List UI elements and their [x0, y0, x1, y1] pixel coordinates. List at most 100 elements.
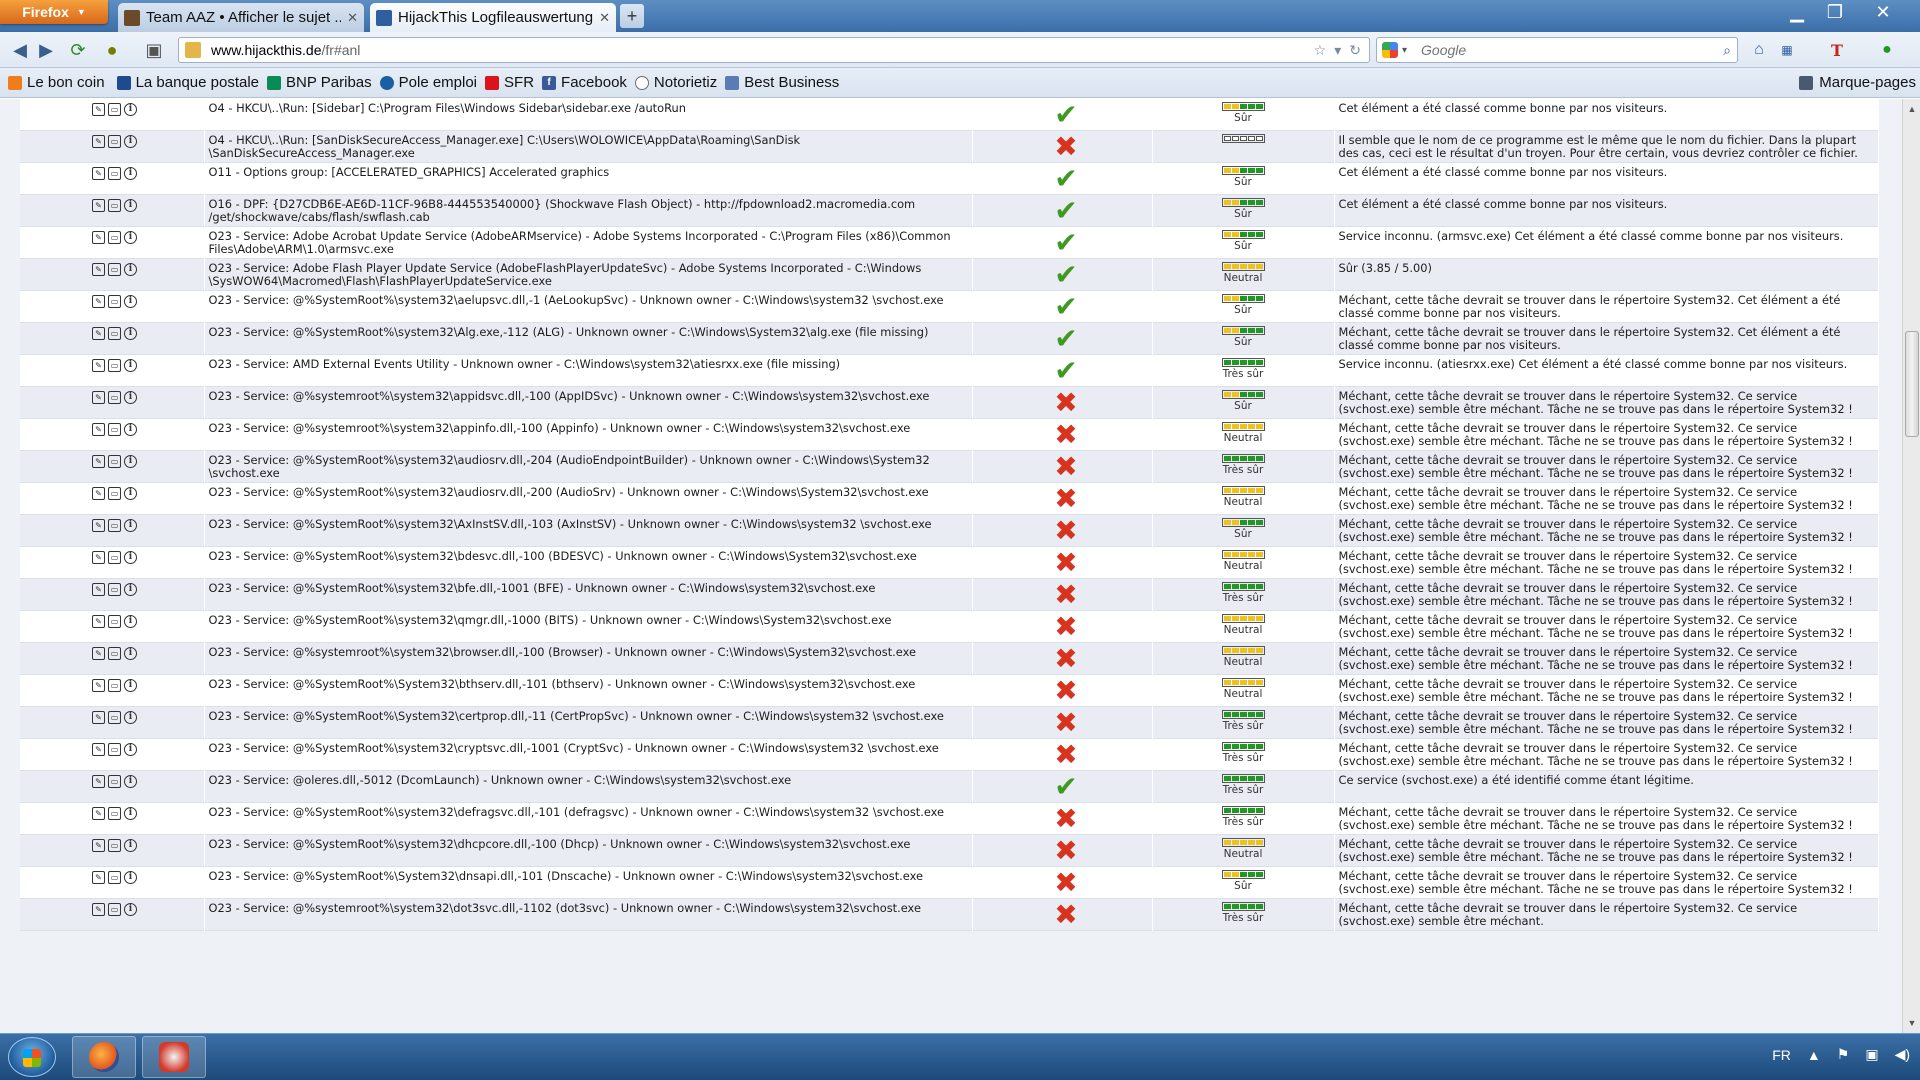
info-icon[interactable]: i — [124, 455, 137, 468]
maximize-icon[interactable]: ❐ — [1818, 0, 1852, 24]
scroll-down-icon[interactable]: ▼ — [1903, 1015, 1920, 1031]
info-icon[interactable]: i — [124, 551, 137, 564]
bookmark-banque-postale[interactable]: La banque postale — [116, 74, 259, 91]
comment-icon[interactable]: ▭ — [108, 679, 121, 692]
comment-icon[interactable]: ▭ — [108, 711, 121, 724]
reload-addon-icon[interactable]: ⟳ — [66, 39, 90, 61]
comment-icon[interactable]: ▭ — [108, 583, 121, 596]
addon-green-icon[interactable]: ● — [1876, 39, 1898, 61]
network-icon[interactable]: ▣ — [1865, 1046, 1878, 1063]
action-center-flag-icon[interactable]: ⚑ — [1837, 1046, 1850, 1063]
tab-counter-icon[interactable]: ▦ — [1776, 39, 1798, 61]
info-icon[interactable]: i — [124, 263, 137, 276]
vertical-scrollbar[interactable]: ▲ ▼ — [1902, 99, 1920, 1033]
bookmarks-menu-button[interactable]: Marque-pages — [1799, 74, 1916, 91]
comment-icon[interactable]: ▭ — [108, 615, 121, 628]
info-icon[interactable]: i — [124, 679, 137, 692]
comment-icon[interactable]: ▭ — [108, 743, 121, 756]
info-icon[interactable]: i — [124, 807, 137, 820]
info-icon[interactable]: i — [124, 743, 137, 756]
edit-icon[interactable]: ✎ — [92, 263, 105, 276]
comment-icon[interactable]: ▭ — [108, 167, 121, 180]
chevron-down-icon[interactable]: ▾ — [1402, 45, 1407, 56]
home-icon[interactable]: ⌂ — [1748, 39, 1770, 61]
comment-icon[interactable]: ▭ — [108, 199, 121, 212]
search-bar[interactable]: ▾ ⌕ — [1376, 37, 1738, 63]
addon-icon[interactable]: ● — [100, 39, 124, 61]
info-icon[interactable]: i — [124, 327, 137, 340]
comment-icon[interactable]: ▭ — [108, 295, 121, 308]
info-icon[interactable]: i — [124, 199, 137, 212]
info-icon[interactable]: i — [124, 615, 137, 628]
comment-icon[interactable]: ▭ — [108, 551, 121, 564]
volume-icon[interactable]: ◀) — [1895, 1046, 1910, 1063]
bookmark-sfr[interactable]: SFR — [485, 74, 534, 91]
url-bar[interactable]: www.hijackthis.de/fr#anl ☆ ▾ ↻ — [178, 37, 1370, 63]
comment-icon[interactable]: ▭ — [108, 647, 121, 660]
info-icon[interactable]: i — [124, 775, 137, 788]
forward-arrow-icon[interactable]: ▶ — [34, 39, 58, 61]
edit-icon[interactable]: ✎ — [92, 519, 105, 532]
info-icon[interactable]: i — [124, 647, 137, 660]
url-text[interactable]: www.hijackthis.de/fr#anl — [211, 42, 1314, 58]
taskbar-firefox[interactable] — [72, 1036, 136, 1078]
info-icon[interactable]: i — [124, 839, 137, 852]
close-icon[interactable]: ✕ — [347, 10, 358, 26]
tab-team-aaz[interactable]: Team AAZ • Afficher le sujet ... ✕ — [118, 3, 364, 32]
bookmark-pole-emploi[interactable]: Pole emploi — [379, 74, 477, 91]
edit-icon[interactable]: ✎ — [92, 295, 105, 308]
edit-icon[interactable]: ✎ — [92, 327, 105, 340]
comment-icon[interactable]: ▭ — [108, 103, 121, 116]
bookmark-star-icon[interactable]: ☆ — [1314, 42, 1327, 59]
comment-icon[interactable]: ▭ — [108, 519, 121, 532]
scrollbar-thumb[interactable] — [1905, 331, 1919, 437]
comment-icon[interactable]: ▭ — [108, 775, 121, 788]
edit-icon[interactable]: ✎ — [92, 679, 105, 692]
refresh-icon[interactable]: ↻ — [1349, 42, 1361, 59]
info-icon[interactable]: i — [124, 231, 137, 244]
info-icon[interactable]: i — [124, 487, 137, 500]
minimize-icon[interactable]: ▁ — [1780, 0, 1814, 24]
info-icon[interactable]: i — [124, 135, 137, 148]
bookmark-bnp-paribas[interactable]: BNP Paribas — [267, 74, 372, 91]
edit-icon[interactable]: ✎ — [92, 103, 105, 116]
edit-icon[interactable]: ✎ — [92, 391, 105, 404]
info-icon[interactable]: i — [124, 391, 137, 404]
info-icon[interactable]: i — [124, 711, 137, 724]
edit-icon[interactable]: ✎ — [92, 135, 105, 148]
info-icon[interactable]: i — [124, 871, 137, 884]
search-icon[interactable]: ⌕ — [1723, 42, 1731, 59]
edit-icon[interactable]: ✎ — [92, 647, 105, 660]
comment-icon[interactable]: ▭ — [108, 263, 121, 276]
comment-icon[interactable]: ▭ — [108, 327, 121, 340]
comment-icon[interactable]: ▭ — [108, 871, 121, 884]
edit-icon[interactable]: ✎ — [92, 711, 105, 724]
start-button[interactable] — [8, 1037, 56, 1077]
edit-icon[interactable]: ✎ — [92, 615, 105, 628]
edit-icon[interactable]: ✎ — [92, 871, 105, 884]
identity-icon[interactable]: ▣ — [142, 39, 166, 61]
comment-icon[interactable]: ▭ — [108, 807, 121, 820]
info-icon[interactable]: i — [124, 423, 137, 436]
info-icon[interactable]: i — [124, 583, 137, 596]
comment-icon[interactable]: ▭ — [108, 839, 121, 852]
info-icon[interactable]: i — [124, 359, 137, 372]
comment-icon[interactable]: ▭ — [108, 487, 121, 500]
edit-icon[interactable]: ✎ — [92, 455, 105, 468]
info-icon[interactable]: i — [124, 103, 137, 116]
edit-icon[interactable]: ✎ — [92, 199, 105, 212]
edit-icon[interactable]: ✎ — [92, 167, 105, 180]
edit-icon[interactable]: ✎ — [92, 487, 105, 500]
edit-icon[interactable]: ✎ — [92, 231, 105, 244]
edit-icon[interactable]: ✎ — [92, 839, 105, 852]
bookmark-notorietiz[interactable]: Notorietiz — [634, 74, 717, 91]
bookmark-leboncoin[interactable]: Le bon coin — [8, 74, 105, 91]
edit-icon[interactable]: ✎ — [92, 551, 105, 564]
info-icon[interactable]: i — [124, 295, 137, 308]
info-icon[interactable]: i — [124, 903, 137, 916]
comment-icon[interactable]: ▭ — [108, 231, 121, 244]
edit-icon[interactable]: ✎ — [92, 583, 105, 596]
edit-icon[interactable]: ✎ — [92, 743, 105, 756]
new-tab-button[interactable]: + — [620, 4, 644, 28]
translate-icon[interactable]: T — [1826, 39, 1848, 61]
